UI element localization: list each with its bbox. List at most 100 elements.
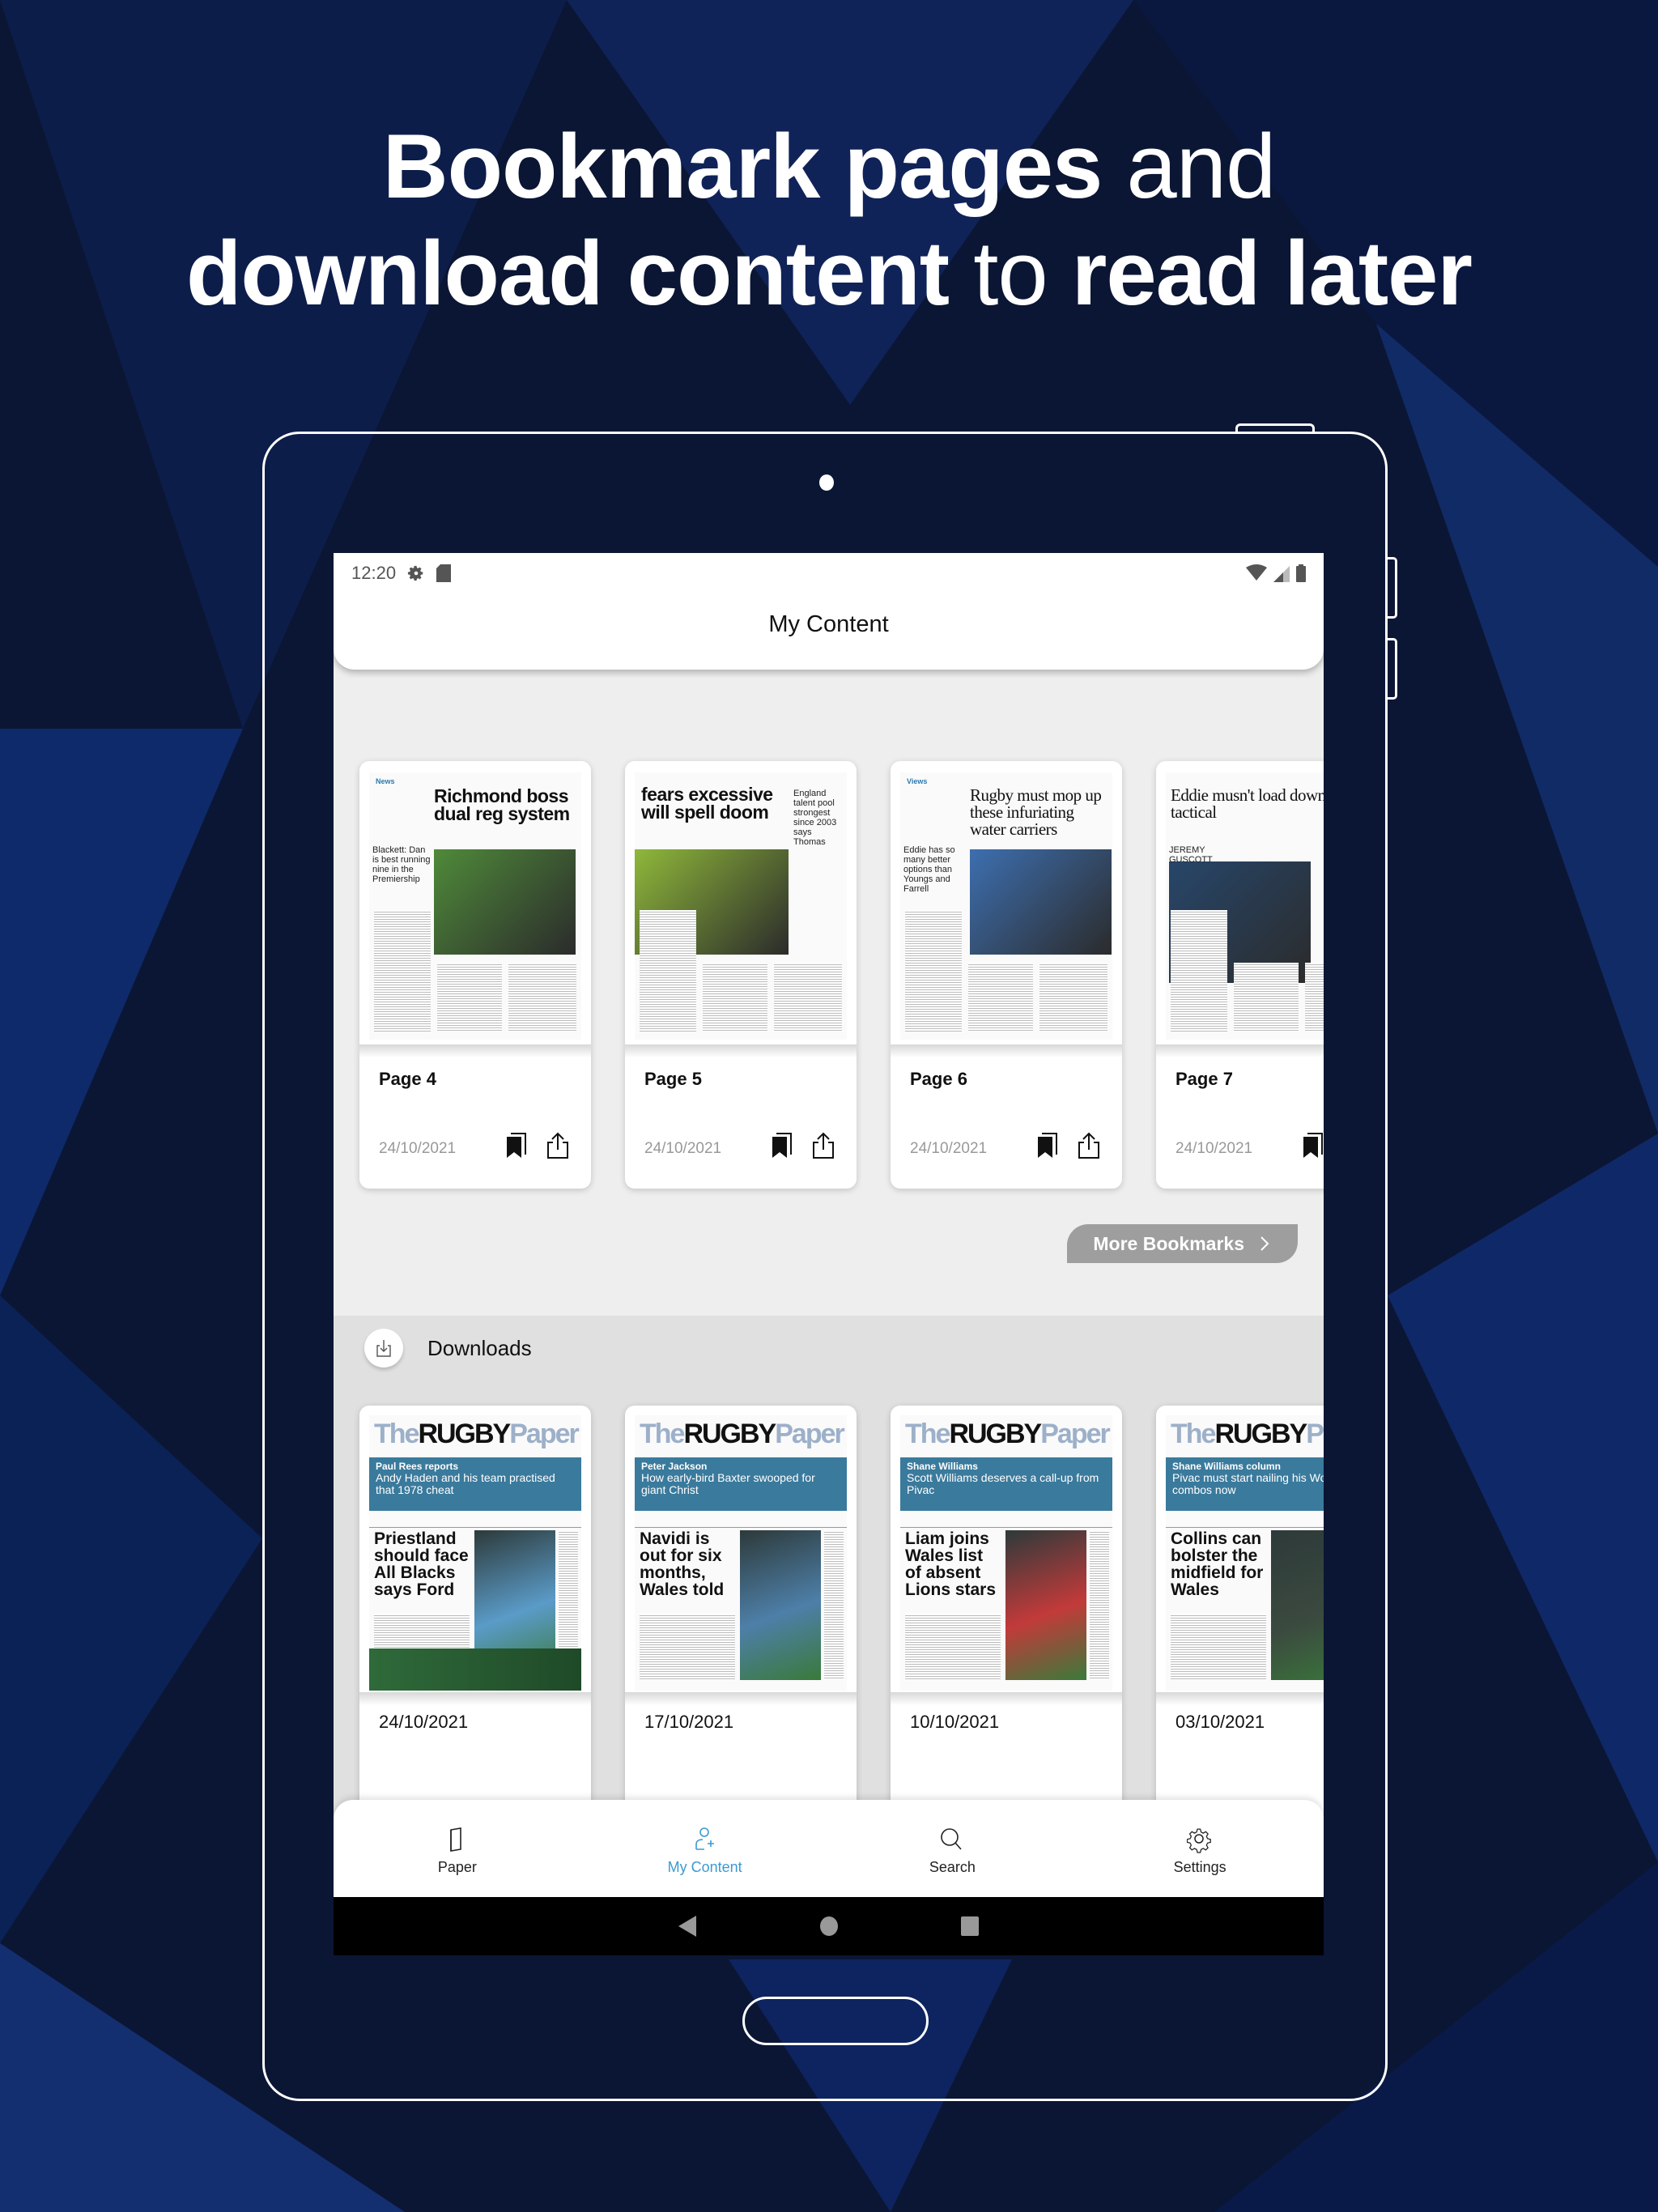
signal-icon — [1273, 566, 1290, 582]
page-text-column — [703, 963, 767, 1032]
paper-masthead: TheRUGBYPaper — [905, 1419, 1111, 1449]
bookmark-card[interactable]: fears excessive will spell doom England … — [625, 761, 857, 1189]
cover-teaser-text: Pivac must start nailing his World Cup c… — [1172, 1471, 1324, 1496]
paper-cover-thumbnail[interactable]: TheRUGBYPaper Peter Jackson How early-bi… — [635, 1415, 847, 1691]
more-bookmarks-button[interactable]: More Bookmarks — [1067, 1224, 1298, 1263]
back-icon[interactable] — [678, 1916, 698, 1937]
bookmark-page-label: Page 7 — [1175, 1069, 1233, 1089]
more-bookmarks-label: More Bookmarks — [1093, 1232, 1244, 1254]
status-time: 12:20 — [351, 563, 397, 583]
nav-tab-label: Settings — [1173, 1858, 1226, 1875]
downloads-title: Downloads — [427, 1335, 532, 1360]
bookmark-filled-icon[interactable] — [771, 1132, 793, 1159]
tablet-volume-up — [1388, 557, 1397, 619]
bookmark-filled-icon[interactable] — [505, 1132, 528, 1159]
headline-bold: download content — [185, 223, 950, 324]
page-photo — [970, 849, 1112, 955]
page-thumbnail[interactable]: News Richmond boss dual reg system Black… — [369, 772, 581, 1040]
cover-headline: Liam joins Wales list of absent Lions st… — [905, 1529, 997, 1599]
download-icon — [364, 1329, 403, 1368]
download-card[interactable]: TheRUGBYPaper Paul Rees reports Andy Had… — [359, 1406, 591, 1827]
page-text-column — [968, 963, 1033, 1032]
page-side-story: Eddie has so many better options than Yo… — [903, 845, 955, 894]
paper-masthead: TheRUGBYPaper — [640, 1419, 845, 1449]
cover-photo — [1271, 1530, 1324, 1680]
nav-tab-settings[interactable]: Settings — [1076, 1800, 1324, 1897]
tablet-power-button — [1235, 423, 1315, 433]
page-section-label: Views — [907, 777, 928, 785]
page-text-column — [774, 963, 842, 1032]
app-bar: 12:20 My Content — [334, 553, 1324, 670]
paper-masthead: TheRUGBYPaper — [1171, 1419, 1324, 1449]
page-side-story: Blackett: Dan is best running nine in th… — [372, 845, 431, 884]
headline-light: and — [1102, 116, 1276, 217]
page-title: My Content — [768, 611, 889, 637]
page-section-label: News — [376, 777, 395, 785]
page-text-column — [1171, 910, 1227, 1032]
page-text-column — [1305, 963, 1324, 1032]
cover-kicker: Peter Jackson — [641, 1461, 708, 1472]
page-thumbnail[interactable]: fears excessive will spell doom England … — [635, 772, 847, 1040]
download-date: 24/10/2021 — [379, 1712, 469, 1732]
downloads-list: TheRUGBYPaper Paul Rees reports Andy Had… — [359, 1406, 1324, 1827]
cover-photo — [1005, 1530, 1086, 1680]
cover-teaser: Peter Jackson How early-bird Baxter swoo… — [635, 1457, 847, 1511]
download-card[interactable]: TheRUGBYPaper Peter Jackson How early-bi… — [625, 1406, 857, 1827]
headline-bold: Bookmark pages — [382, 116, 1103, 217]
camera-icon — [819, 474, 834, 491]
bookmark-card[interactable]: News Richmond boss dual reg system Black… — [359, 761, 591, 1189]
share-icon[interactable] — [546, 1132, 570, 1159]
bookmark-card[interactable]: Views Rugby must mop up these infuriatin… — [891, 761, 1122, 1189]
bookmark-filled-icon[interactable] — [1302, 1132, 1324, 1159]
battery-icon — [1296, 564, 1306, 582]
nav-tab-search[interactable]: Search — [829, 1800, 1077, 1897]
headline-bold: read later — [1071, 223, 1473, 324]
download-card[interactable]: TheRUGBYPaper Shane Williams column Piva… — [1156, 1406, 1324, 1827]
gear-icon — [407, 565, 423, 581]
page-text-column — [374, 910, 431, 1032]
status-bar-left: 12:20 — [351, 561, 452, 585]
bookmark-date: 24/10/2021 — [1175, 1140, 1253, 1157]
paper-cover-thumbnail[interactable]: TheRUGBYPaper Shane Williams column Piva… — [1166, 1415, 1324, 1691]
chevron-right-icon — [1261, 1236, 1269, 1251]
wifi-icon — [1246, 564, 1267, 581]
recents-icon[interactable] — [960, 1916, 980, 1937]
paper-cover-thumbnail[interactable]: TheRUGBYPaper Paul Rees reports Andy Had… — [369, 1415, 581, 1691]
tablet-volume-down — [1388, 638, 1397, 700]
cover-kicker: Paul Rees reports — [376, 1461, 459, 1472]
share-icon[interactable] — [1077, 1132, 1101, 1159]
status-bar-right — [1246, 561, 1306, 585]
page-text-column — [1039, 963, 1107, 1032]
sd-card-icon — [436, 564, 452, 582]
cover-teaser: Paul Rees reports Andy Haden and his tea… — [369, 1457, 581, 1511]
download-card[interactable]: TheRUGBYPaper Shane Williams Scott Willi… — [891, 1406, 1122, 1827]
page-headline: Richmond boss dual reg system — [434, 785, 570, 824]
headline-light: to — [949, 223, 1072, 324]
page-thumbnail[interactable]: Views Rugby must mop up these infuriatin… — [900, 772, 1112, 1040]
home-icon[interactable] — [819, 1916, 839, 1937]
paper-cover-thumbnail[interactable]: TheRUGBYPaper Shane Williams Scott Willi… — [900, 1415, 1112, 1691]
share-icon[interactable] — [811, 1132, 835, 1159]
bookmark-page-label: Page 5 — [644, 1069, 702, 1089]
page-headline: Rugby must mop up these infuriating wate… — [970, 785, 1102, 839]
nav-tab-label: Paper — [437, 1858, 477, 1875]
bookmark-page-label: Page 4 — [379, 1069, 436, 1089]
download-date: 17/10/2021 — [644, 1712, 734, 1732]
paper-masthead: TheRUGBYPaper — [374, 1419, 580, 1449]
page-headline: fears excessive will spell doom — [641, 784, 773, 823]
search-icon — [941, 1827, 962, 1850]
page-thumbnail[interactable]: Eddie musn't load down with tactical JER… — [1166, 772, 1324, 1040]
bookmark-filled-icon[interactable] — [1036, 1132, 1059, 1159]
my-content-icon — [695, 1827, 714, 1850]
page-text-column — [1234, 963, 1299, 1032]
cover-photo — [740, 1530, 821, 1680]
system-navigation-bar — [334, 1897, 1324, 1955]
nav-tab-paper[interactable]: Paper — [334, 1800, 581, 1897]
nav-tab-label: My Content — [667, 1858, 742, 1875]
cover-teaser-text: Andy Haden and his team practised that 1… — [376, 1471, 555, 1496]
cover-teaser-text: How early-bird Baxter swooped for giant … — [641, 1471, 815, 1496]
bookmark-card[interactable]: Eddie musn't load down with tactical JER… — [1156, 761, 1324, 1189]
bookmark-page-label: Page 6 — [910, 1069, 967, 1089]
download-date: 10/10/2021 — [910, 1712, 1000, 1732]
nav-tab-my-content[interactable]: My Content — [581, 1800, 829, 1897]
